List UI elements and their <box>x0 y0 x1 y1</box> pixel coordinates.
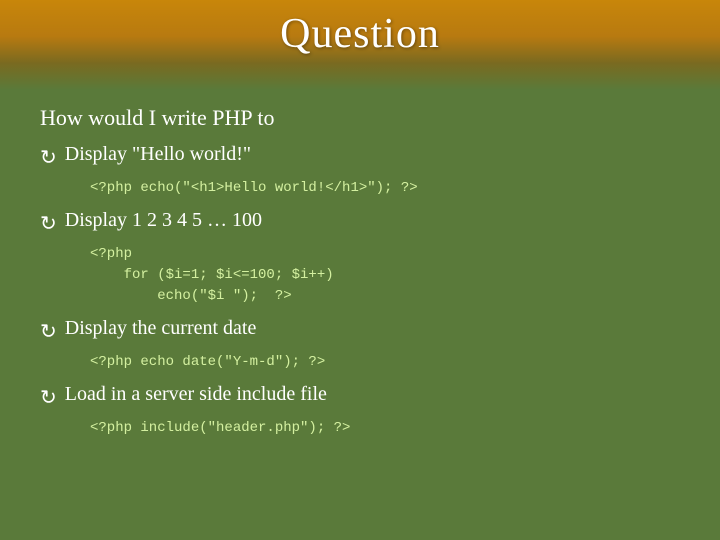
main-question: How would I write PHP to <box>40 105 700 131</box>
title-area: Question <box>0 10 720 58</box>
bullet-icon-4: ↻ <box>40 385 57 410</box>
bullet-text-2: Display 1 2 3 4 5 … 100 <box>65 209 262 232</box>
bullet-text-4: Load in a server side include file <box>65 383 327 406</box>
bullet-icon-3: ↻ <box>40 319 57 344</box>
code-block-1: <?php echo("<h1>Hello world!</h1>"); ?> <box>90 178 700 199</box>
bullet-item-4: ↻ Load in a server side include file <box>40 383 700 410</box>
bullet-item-2: ↻ Display 1 2 3 4 5 … 100 <box>40 209 700 236</box>
code-block-3: <?php echo date("Y-m-d"); ?> <box>90 352 700 373</box>
bullet-text-1: Display "Hello world!" <box>65 143 251 166</box>
bullet-icon-2: ↻ <box>40 211 57 236</box>
code-block-4: <?php include("header.php"); ?> <box>90 418 700 439</box>
bullet-icon-1: ↻ <box>40 145 57 170</box>
bullet-item-1: ↻ Display "Hello world!" <box>40 143 700 170</box>
slide-title: Question <box>280 11 440 57</box>
code-block-2: <?php for ($i=1; $i<=100; $i++) echo("$i… <box>90 244 700 307</box>
content-area: How would I write PHP to ↻ Display "Hell… <box>40 105 700 520</box>
bullet-item-3: ↻ Display the current date <box>40 317 700 344</box>
bullet-text-3: Display the current date <box>65 317 257 340</box>
